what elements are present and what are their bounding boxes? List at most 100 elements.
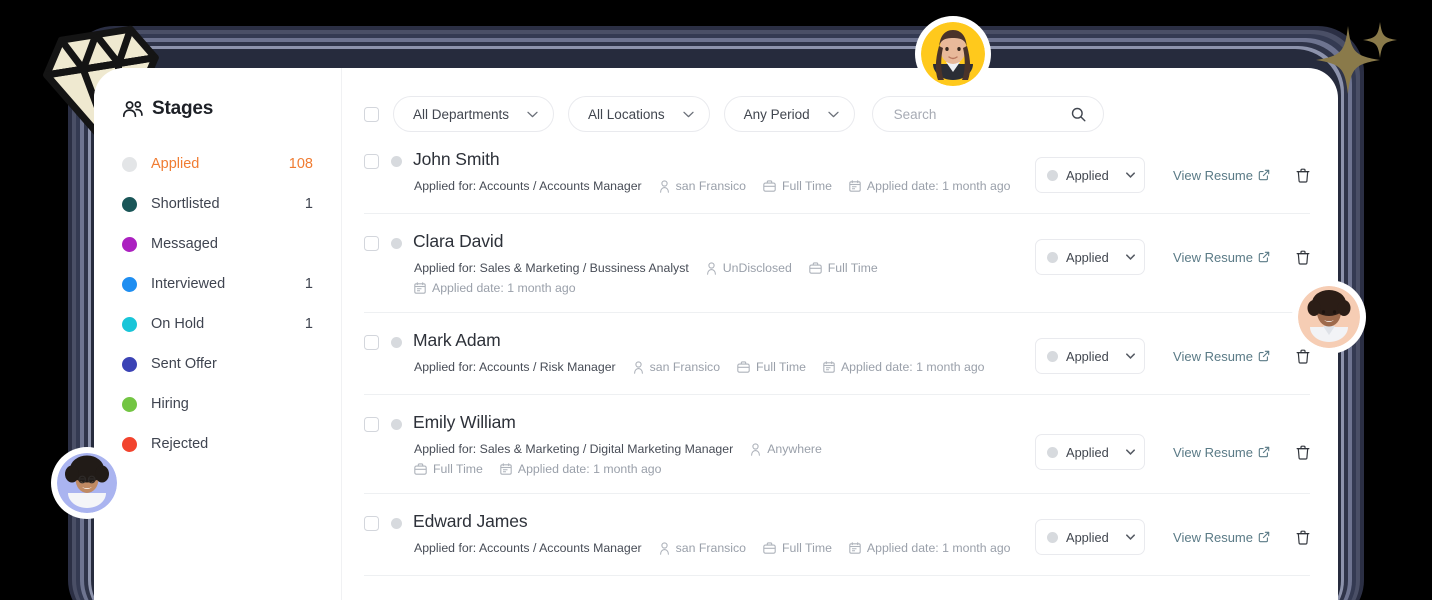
candidate-employment-wrap: Full Time [737,360,806,374]
sidebar-item-shortlisted[interactable]: Shortlisted 1 [122,184,341,224]
app-panel: Stages Applied 108 Shortlisted 1 Message… [94,68,1338,600]
briefcase-icon [414,463,427,475]
status-value: Applied [1066,249,1109,265]
candidate-location-wrap: san Fransico [659,541,746,555]
candidate-info: John Smith Applied for: Accounts / Accou… [413,149,1035,193]
calendar-icon [414,282,426,294]
avatar [57,453,117,513]
view-resume-label: View Resume [1173,444,1253,460]
row-status-dot [391,156,402,167]
status-dropdown[interactable]: Applied [1035,519,1146,555]
search-input[interactable] [893,106,1059,122]
calendar-icon [849,180,861,192]
candidate-location-wrap: UnDisclosed [706,261,792,275]
candidate-meta: Applied for: Accounts / Risk Manager san… [413,360,1035,374]
stage-color-dot [122,156,137,172]
caret-down-icon [1126,449,1135,455]
candidate-name: John Smith [413,149,500,169]
view-resume-link[interactable]: View Resume [1173,445,1270,460]
candidate-name: Emily William [413,412,516,432]
sidebar-item-count: 1 [304,276,313,292]
filter-locations[interactable]: All Locations [568,96,710,132]
status-dropdown[interactable]: Applied [1035,157,1146,193]
stage-color-dot [122,316,137,332]
candidate-location: san Fransico [675,179,747,193]
filter-departments[interactable]: All Departments [393,96,555,132]
search-icon[interactable] [1071,107,1086,122]
page-title: Stages [152,98,214,119]
status-dropdown[interactable]: Applied [1035,434,1146,470]
status-color-dot [1047,251,1059,263]
candidate-location-wrap: san Fransico [659,179,746,193]
view-resume-link[interactable]: View Resume [1173,168,1270,183]
status-dropdown[interactable]: Applied [1035,239,1146,275]
delete-button[interactable] [1296,250,1310,265]
trash-icon [1296,349,1310,364]
filter-period[interactable]: Any Period [723,96,855,132]
sidebar-item-label: Hiring [151,396,189,412]
candidate-date-wrap: Applied date: 1 month ago [500,462,661,476]
trash-icon [1296,250,1310,265]
row-select-checkbox[interactable] [364,417,379,432]
sidebar-item-on-hold[interactable]: On Hold 1 [122,304,341,344]
candidate-employment: Full Time [782,179,832,193]
candidate-date-wrap: Applied date: 1 month ago [823,360,985,374]
external-link-icon [1258,350,1270,362]
candidate-meta: Applied for: Accounts / Accounts Manager… [413,179,1035,193]
status-color-dot [1047,350,1059,362]
delete-button[interactable] [1296,349,1310,364]
delete-button[interactable] [1296,530,1310,545]
sidebar-item-label: Sent Offer [151,356,217,372]
briefcase-icon [809,262,822,274]
applied-for: Applied for: Sales & Marketing / Bussine… [414,261,689,275]
table-row[interactable]: John Smith Applied for: Accounts / Accou… [364,132,1310,214]
status-dropdown[interactable]: Applied [1035,338,1146,374]
sidebar-item-hiring[interactable]: Hiring [122,384,341,424]
delete-button[interactable] [1296,168,1310,183]
candidate-employment-wrap: Full Time [763,179,832,193]
trash-icon [1296,445,1310,460]
candidate-location: Anywhere [767,442,822,456]
select-all-checkbox[interactable] [364,106,379,122]
filters-toolbar: All Departments All Locations Any Period [342,68,1338,132]
row-select-checkbox[interactable] [364,154,379,169]
sidebar-item-label: On Hold [151,316,205,332]
candidate-location-wrap: san Fransico [633,360,720,374]
candidate-applied-date: Applied date: 1 month ago [840,360,985,374]
calendar-icon [500,463,512,475]
stage-color-dot [122,196,137,212]
view-resume-link[interactable]: View Resume [1173,530,1270,545]
status-value: Applied [1066,167,1109,183]
table-row[interactable]: Mark Adam Applied for: Accounts / Risk M… [364,313,1310,395]
table-row[interactable]: Clara David Applied for: Sales & Marketi… [364,214,1310,313]
sidebar-item-messaged[interactable]: Messaged [122,224,341,264]
location-pin-icon [659,179,669,193]
trash-icon [1296,168,1310,183]
view-resume-label: View Resume [1173,167,1253,183]
row-actions: Applied View Resume [1035,239,1310,275]
table-row[interactable]: Emily William Applied for: Sales & Marke… [364,395,1310,494]
sidebar-item-rejected[interactable]: Rejected [122,424,341,464]
table-row[interactable]: Edward James Applied for: Accounts / Acc… [364,494,1310,576]
caret-down-icon [1126,254,1135,260]
view-resume-link[interactable]: View Resume [1173,349,1270,364]
view-resume-label: View Resume [1173,529,1253,545]
candidate-employment-wrap: Full Time [809,261,878,275]
applied-for: Applied for: Accounts / Accounts Manager [414,179,642,193]
delete-button[interactable] [1296,445,1310,460]
chevron-down-icon [682,111,694,117]
row-select-checkbox[interactable] [364,335,379,350]
filter-period-label: Any Period [743,106,810,122]
view-resume-link[interactable]: View Resume [1173,250,1270,265]
row-select-checkbox[interactable] [364,516,379,531]
view-resume-label: View Resume [1173,348,1253,364]
sidebar-item-applied[interactable]: Applied 108 [122,144,341,184]
sidebar-item-label: Shortlisted [151,196,220,212]
stage-color-dot [122,436,137,452]
sidebar-item-interviewed[interactable]: Interviewed 1 [122,264,341,304]
candidate-info: Mark Adam Applied for: Accounts / Risk M… [413,330,1035,374]
row-select-checkbox[interactable] [364,236,379,251]
candidate-date-wrap: Applied date: 1 month ago [414,281,576,295]
sidebar-item-sent-offer[interactable]: Sent Offer [122,344,341,384]
candidate-employment-wrap: Full Time [763,541,832,555]
